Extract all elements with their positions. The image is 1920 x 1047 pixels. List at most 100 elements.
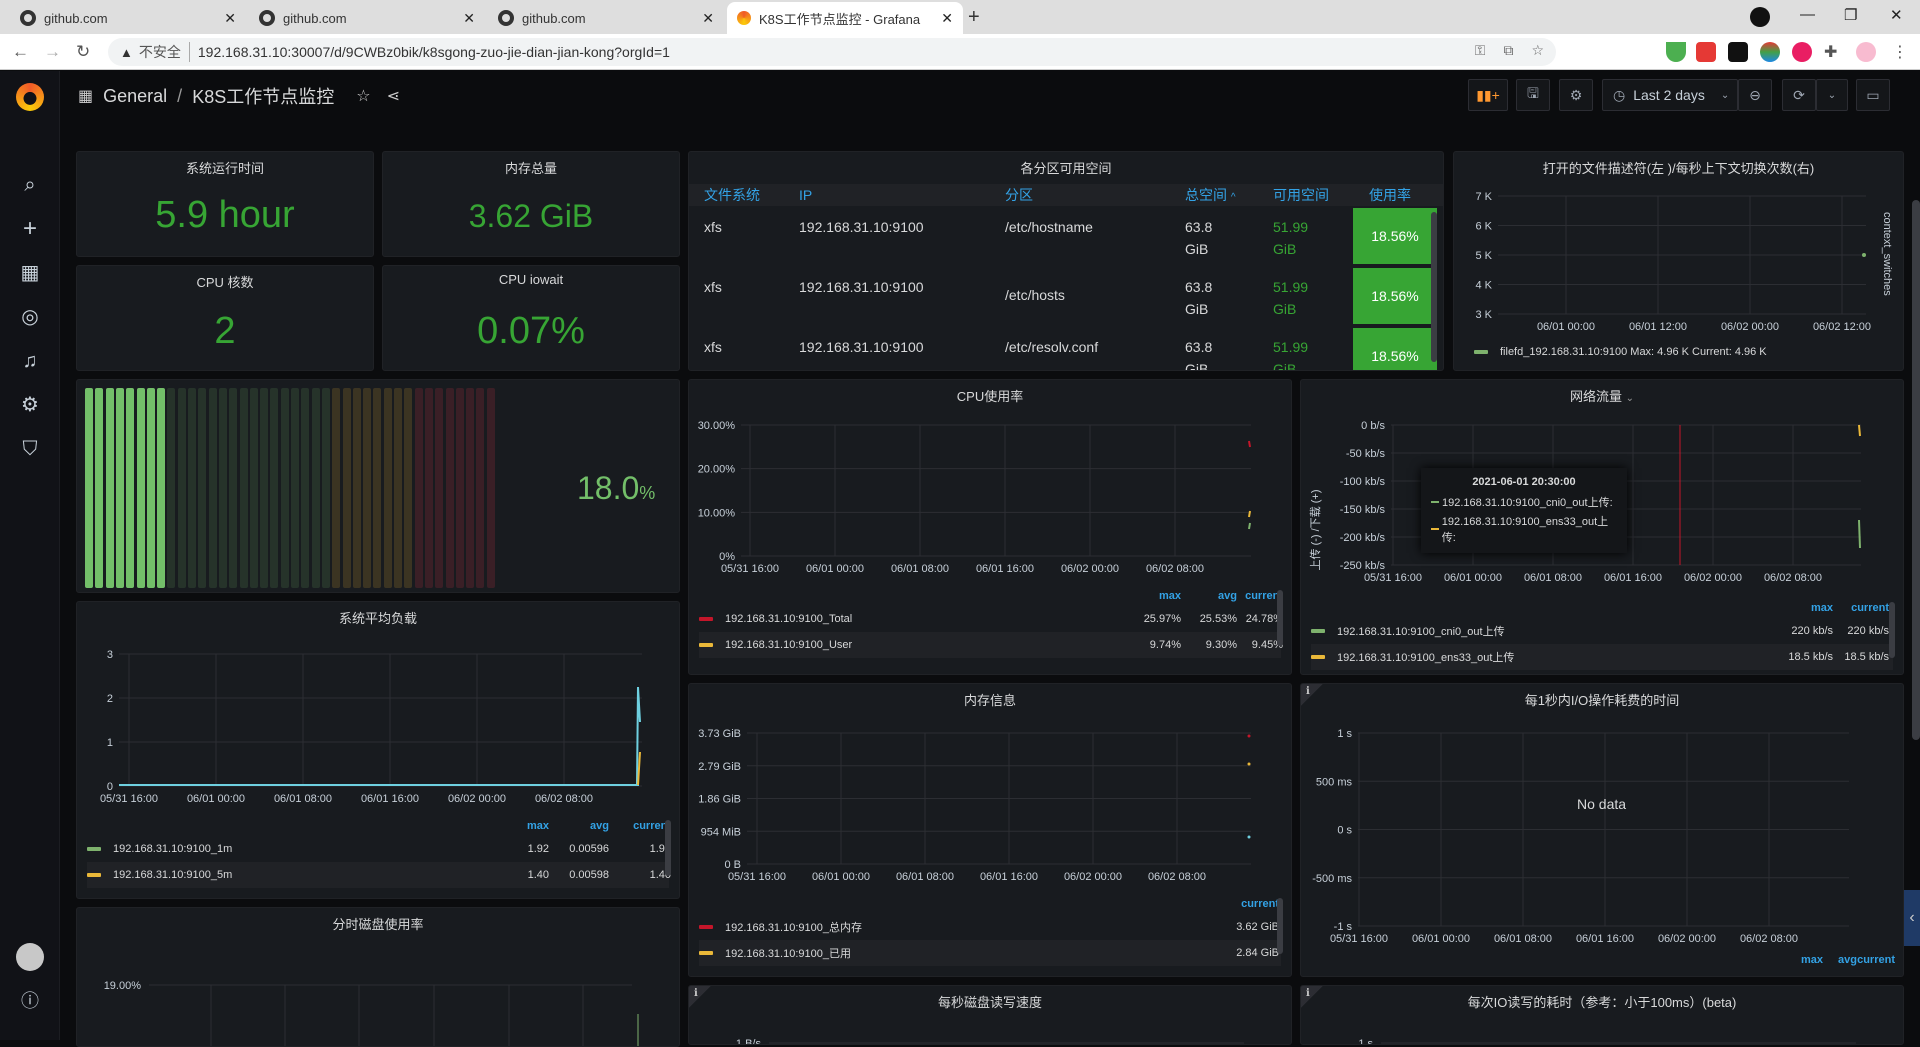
legend-scrollbar[interactable] [1277, 898, 1283, 954]
tv-mode-button[interactable]: ▭ [1856, 79, 1890, 111]
legend-column-header[interactable]: avg [1218, 590, 1237, 602]
series-total-line [1248, 440, 1251, 448]
dashboard-title[interactable]: K8S工作节点监控 [192, 83, 334, 109]
browser-tab[interactable]: github.com ✕ [488, 2, 724, 34]
minimize-button[interactable]: — [1800, 6, 1815, 23]
reload-icon[interactable]: ↻ [76, 42, 90, 62]
x-tick-label: 06/01 08:00 [274, 793, 332, 802]
legend-column-header[interactable]: current [1241, 898, 1279, 910]
extensions-puzzle-icon[interactable]: ✚ [1824, 42, 1844, 62]
dashboard-settings-button[interactable]: ⚙ [1559, 79, 1593, 111]
legend-column-header[interactable]: max [1811, 602, 1833, 614]
plus-create-icon[interactable]: + [18, 217, 42, 241]
gauge-segment [167, 388, 176, 588]
help-icon[interactable]: ⓘ [18, 989, 42, 1013]
legend-item[interactable]: 192.168.31.10:9100_5m 1.40 0.00598 1.40 [87, 862, 671, 888]
legend-scrollbar[interactable] [665, 820, 671, 876]
legend-item[interactable]: 192.168.31.10:9100_总内存 3.62 GiB [699, 914, 1281, 940]
save-dashboard-button[interactable]: 🖫 [1516, 79, 1550, 111]
column-header[interactable]: IP [799, 187, 812, 203]
browser-tab[interactable]: github.com ✕ [10, 2, 246, 34]
collapse-side-button[interactable]: ‹ [1904, 890, 1920, 946]
profile-dropdown-icon[interactable] [1750, 7, 1770, 27]
dashboards-grid-icon[interactable]: ▦ [18, 261, 42, 285]
y-tick-label: 2.79 GiB [698, 761, 741, 773]
tampermonkey-extension-icon[interactable] [1728, 42, 1748, 62]
close-tab-icon[interactable]: ✕ [702, 10, 714, 27]
explore-compass-icon[interactable]: ◎ [18, 305, 42, 329]
legend-column-header[interactable]: max [527, 820, 549, 832]
back-icon[interactable]: ← [12, 42, 29, 62]
close-tab-icon[interactable]: ✕ [941, 10, 953, 27]
close-tab-icon[interactable]: ✕ [463, 10, 475, 27]
cell-free: 51.99 GiB [1273, 219, 1309, 257]
close-window-button[interactable]: ✕ [1890, 6, 1903, 24]
legend-item[interactable]: 192.168.31.10:9100_已用 2.84 GiB [699, 940, 1281, 966]
legend-item[interactable]: 192.168.31.10:9100_Total 25.97% 25.53% 24.7… [699, 606, 1283, 632]
bookmark-star-icon[interactable]: ☆ [1531, 42, 1544, 59]
legend-column-header[interactable]: current [1851, 602, 1889, 614]
legend-item[interactable]: 192.168.31.10:9100_cni0_out上传 220 kb/s 220… [1311, 618, 1893, 644]
dashboard-grid-icon: ▦ [78, 88, 94, 105]
alerting-bell-icon[interactable]: ♫ [18, 349, 42, 373]
shield-icon[interactable]: ⛉ [18, 437, 42, 461]
table-row[interactable]: xfs 192.168.31.10:9100/etc/hostname 63.8 Gi… [689, 206, 1443, 266]
grafana-sidebar: ⌕ + ▦ ◎ ♫ ⚙ ⛉ ⓘ [0, 71, 60, 1040]
settings-gear-icon[interactable]: ⚙ [18, 393, 42, 417]
legend-item[interactable]: 192.168.31.10:9100_1m 1.92 0.00596 1.92 [87, 836, 671, 862]
browser-tab[interactable]: github.com ✕ [249, 2, 485, 34]
legend-value: 0.00596 [569, 843, 609, 855]
star-icon[interactable]: ☆ [356, 86, 370, 106]
translate-icon[interactable]: ⧉ [1503, 42, 1513, 59]
adguard-extension-icon[interactable] [1666, 42, 1686, 62]
table-row[interactable]: xfs 192.168.31.10:9100/etc/resolv.conf 63.… [689, 326, 1443, 370]
legend-scrollbar[interactable] [1277, 590, 1283, 646]
browser-tab-active[interactable]: K8S工作节点监控 - Grafana ✕ [727, 2, 963, 34]
time-picker-button[interactable]: ◷ Last 2 days ⌄ [1602, 79, 1738, 111]
bar-gauge [85, 388, 555, 588]
table-row[interactable]: xfs 192.168.31.10:9100/etc/hosts 63.8 GiB 51… [689, 266, 1443, 326]
legend-item[interactable]: 192.168.31.10:9100_ens33_out上传 18.5 kb/s 1… [1311, 644, 1893, 670]
filefd-legend[interactable]: filefd_192.168.31.10:9100 Max: 4.96 K Cu… [1474, 346, 1767, 358]
url-field[interactable]: ▲ 不安全 192.168.31.10:30007/d/9CWBz0bik/k8… [108, 38, 1556, 66]
legend-column-header[interactable]: max [1801, 954, 1823, 966]
gauge-segment [146, 388, 155, 588]
legend-column-header[interactable]: avg [1838, 954, 1857, 966]
user-avatar[interactable] [16, 943, 44, 971]
new-tab-button[interactable]: + [968, 6, 980, 29]
idm-extension-icon[interactable] [1760, 42, 1780, 62]
legend-column-header[interactable]: max [1159, 590, 1181, 602]
legend-item[interactable]: 192.168.31.10:9100_User 9.74% 9.30% 9.45% [699, 632, 1283, 658]
y-tick-label: 0 b/s [1361, 420, 1385, 432]
share-icon[interactable]: ⋖ [387, 86, 400, 106]
column-header[interactable]: 分区 [1005, 185, 1033, 205]
profile-avatar[interactable] [1856, 42, 1876, 62]
legend-column-header[interactable]: avg [590, 820, 609, 832]
legend-column-header[interactable]: current [1857, 954, 1895, 966]
add-panel-button[interactable]: ▮▮+ [1468, 79, 1508, 111]
video-extension-icon[interactable] [1696, 42, 1716, 62]
forward-icon[interactable]: → [44, 42, 61, 62]
zoom-out-button[interactable]: ⊖ [1738, 79, 1772, 111]
cell-usage: 18.56% [1353, 328, 1437, 370]
gauge-segment [373, 388, 382, 588]
refresh-button[interactable]: ⟳ [1782, 79, 1816, 111]
legend-swatch [87, 847, 101, 851]
column-header[interactable]: 使用率 [1369, 185, 1411, 205]
refresh-interval-dropdown[interactable]: ⌄ [1816, 79, 1848, 111]
table-scrollbar[interactable] [1431, 212, 1437, 362]
key-icon[interactable]: ⚿ [1475, 42, 1486, 59]
search-icon[interactable]: ⌕ [18, 173, 42, 197]
column-header-sorted[interactable]: 总空间 ^ [1185, 185, 1236, 205]
translator-extension-icon[interactable] [1792, 42, 1812, 62]
legend-scrollbar[interactable] [1889, 602, 1895, 658]
page-scrollbar[interactable] [1912, 200, 1920, 740]
browser-menu-icon[interactable]: ⋮ [1892, 42, 1912, 62]
maximize-button[interactable]: ❐ [1844, 6, 1857, 24]
column-header[interactable]: 可用空间 [1273, 185, 1329, 205]
y-tick-label: -50 kb/s [1346, 448, 1386, 460]
column-header[interactable]: 文件系统 [704, 185, 760, 205]
grafana-logo-icon[interactable] [16, 83, 44, 111]
close-tab-icon[interactable]: ✕ [224, 10, 236, 27]
breadcrumb-folder[interactable]: General [103, 86, 167, 107]
